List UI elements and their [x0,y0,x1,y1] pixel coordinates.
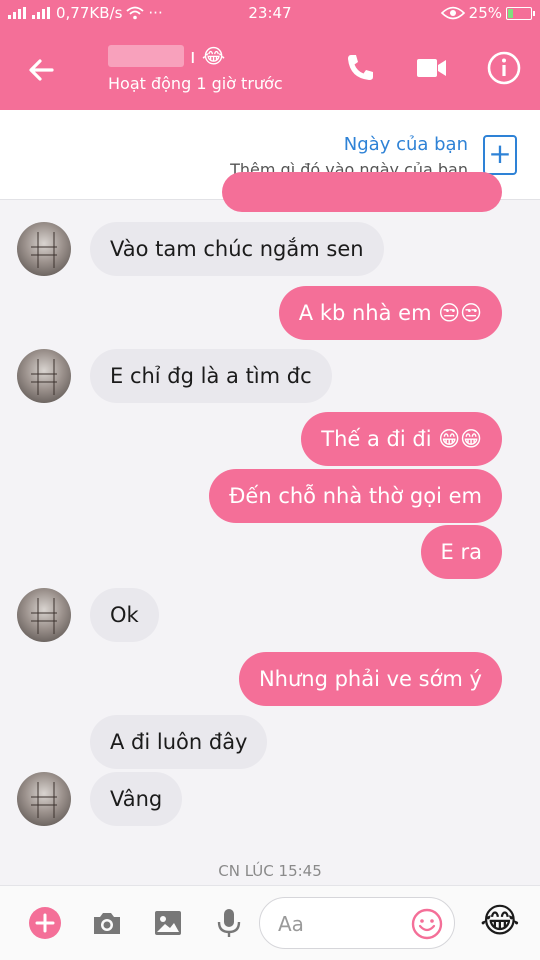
add-to-day-plus-icon[interactable]: + [483,135,517,175]
composer-bar: Aa 😂 [0,885,540,960]
message-incoming: Ok [90,588,159,642]
contact-title[interactable]: ı 😂 Hoạt động 1 giờ trước [108,42,283,93]
message-incoming: A đi luôn đây [90,715,268,769]
eye-icon [440,6,465,20]
message-incoming: Vào tam chúc ngắm sen [90,222,384,276]
message-incoming: Vâng [90,772,183,826]
video-camera-icon[interactable] [413,50,449,86]
info-icon[interactable] [486,50,522,86]
avatar[interactable] [17,588,71,642]
message-incoming: E chỉ đg là a tìm đc [90,349,332,403]
message-bubble-partial [222,172,502,212]
phone-icon[interactable] [342,50,378,86]
blurred-name [108,45,184,67]
battery-icon [506,6,535,20]
your-day-title: Ngày của bạn [343,134,468,155]
conversation-header: ı 😂 Hoạt động 1 giờ trước [0,28,540,110]
send-emoji-button[interactable]: 😂 [480,901,520,941]
contact-name: ı 😂 [108,42,283,70]
avatar[interactable] [17,772,71,826]
plus-icon[interactable] [28,906,62,940]
message-input[interactable]: Aa [259,897,455,949]
message-outgoing: Đến chỗ nhà thờ gọi em [209,469,502,523]
smiley-icon[interactable] [410,907,444,941]
avatar[interactable] [17,349,71,403]
message-outgoing: E ra [420,525,502,579]
message-timestamp: CN LÚC 15:45 [218,862,322,880]
message-outgoing: A kb nhà em 😒😒 [278,286,502,340]
battery-level [508,8,514,18]
active-status: Hoạt động 1 giờ trước [108,74,283,93]
message-outgoing: Thế a đi đi 😁😁 [301,412,502,466]
microphone-icon[interactable] [212,906,246,940]
status-right: 25% [440,4,535,22]
input-placeholder: Aa [278,912,304,936]
image-icon[interactable] [151,906,185,940]
avatar[interactable] [17,222,71,276]
contact-name-suffix: ı 😂 [190,44,226,68]
battery-percent: 25% [468,4,502,22]
message-outgoing: Nhưng phải ve sớm ý [238,652,502,706]
back-arrow-icon[interactable] [22,50,62,90]
status-bar: 0,77KB/s ··· 23:47 25% [0,0,540,28]
camera-icon[interactable] [90,906,124,940]
